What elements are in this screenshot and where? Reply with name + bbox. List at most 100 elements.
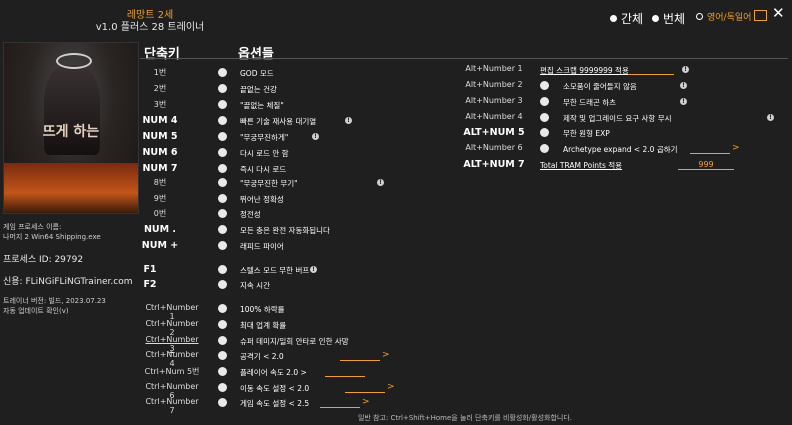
hotkey-label: Alt+Number 2 — [465, 80, 523, 89]
value-input[interactable] — [345, 383, 385, 393]
toggle-button[interactable] — [218, 132, 227, 141]
toggle-button[interactable] — [218, 225, 227, 234]
info-icon[interactable]: ! — [680, 82, 687, 89]
option-label: 플레이어 속도 2.0 > — [240, 368, 307, 377]
increase-arrow-icon[interactable]: > — [387, 382, 395, 392]
toggle-button[interactable] — [218, 304, 227, 313]
radio-icon — [652, 15, 659, 22]
toggle-button[interactable] — [218, 383, 227, 392]
credit-link[interactable]: 신용: FLiNGiFLiNGTrainer.com — [3, 274, 133, 287]
toggle-button[interactable] — [540, 144, 549, 153]
increase-arrow-icon[interactable]: > — [382, 350, 390, 360]
option-label: 소모품이 줄어들지 않음 — [563, 82, 637, 91]
toggle-button[interactable] — [218, 178, 227, 187]
toggle-button[interactable] — [218, 148, 227, 157]
hotkey-label: 8번 — [153, 178, 167, 187]
halo-icon — [56, 53, 92, 69]
option-label: 제작 및 업그레이드 요구 사항 무시 — [563, 114, 672, 123]
toggle-button[interactable] — [218, 194, 227, 203]
toggle-button[interactable] — [540, 113, 549, 122]
info-icon[interactable]: ! — [682, 66, 689, 73]
hotkey-label: NUM 7 — [142, 163, 178, 174]
hotkey-label: NUM 5 — [142, 131, 178, 142]
toggle-button[interactable] — [540, 128, 549, 137]
option-label: 즉시 다시 로드 — [240, 165, 287, 174]
toggle-button[interactable] — [540, 81, 549, 90]
option-label: 무한 드래곤 하츠 — [563, 98, 617, 107]
value-input[interactable] — [320, 398, 360, 408]
hotkey-label: ALT+NUM 5 — [463, 127, 525, 138]
hotkey-label: Alt+Number 6 — [465, 143, 523, 152]
option-label: 정전성 — [240, 210, 261, 219]
value-input[interactable]: 999 — [678, 160, 734, 170]
hotkey-label: 3번 — [153, 100, 167, 109]
info-icon[interactable]: ! — [310, 266, 317, 273]
hotkey-label: NUM 4 — [142, 115, 178, 126]
option-label: 슈퍼 데미지/일회 안타로 인한 사망 — [240, 337, 349, 346]
option-label: 끝없는 건강 — [240, 85, 277, 94]
hotkey-label: Alt+Number 1 — [465, 64, 523, 73]
toggle-button[interactable] — [218, 336, 227, 345]
hotkey-label: 0번 — [153, 209, 167, 218]
update-check[interactable]: 자동 업데이트 확인(v) — [3, 306, 69, 316]
game-cover-image: 뜨게 하는 — [3, 42, 139, 214]
hotkey-label: NUM 6 — [142, 147, 178, 158]
toggle-button[interactable] — [218, 280, 227, 289]
lang-simplified[interactable]: 간체 — [610, 10, 643, 27]
info-icon[interactable]: ! — [767, 114, 774, 121]
toggle-button[interactable] — [540, 97, 549, 106]
option-label: 다시 로드 안 함 — [240, 149, 289, 158]
hotkey-label: Alt+Number 4 — [465, 112, 523, 121]
hotkey-label: 2번 — [153, 84, 167, 93]
increase-arrow-icon[interactable]: > — [362, 397, 370, 407]
toggle-button[interactable] — [218, 209, 227, 218]
option-label: 100% 하락률 — [240, 305, 285, 314]
option-label: 공격기 < 2.0 — [240, 352, 284, 361]
toggle-button[interactable] — [218, 265, 227, 274]
option-label: GOD 모드 — [240, 69, 274, 78]
toggle-button[interactable] — [218, 241, 227, 250]
hotkey-label: 1번 — [153, 68, 167, 77]
process-name: 나머지 2 Win64 Shipping.exe — [3, 233, 101, 241]
info-icon[interactable]: ! — [680, 98, 687, 105]
value-input[interactable] — [690, 144, 730, 154]
toggle-button[interactable] — [218, 398, 227, 407]
hotkey-label: F2 — [143, 279, 157, 290]
option-label: "끝없는 체질" — [240, 101, 284, 110]
toggle-button[interactable] — [218, 84, 227, 93]
radio-icon — [696, 13, 703, 20]
increase-arrow-icon[interactable]: > — [732, 143, 740, 153]
lang-traditional[interactable]: 번체 — [652, 10, 685, 27]
hotkey-label: 9번 — [153, 194, 167, 203]
hotkey-label: F1 — [143, 264, 157, 275]
toggle-button[interactable] — [218, 116, 227, 125]
toggle-button[interactable] — [218, 68, 227, 77]
trainer-version: 트레이너 버전: 빌드, 2023.07.23 — [3, 297, 106, 305]
toggle-button[interactable] — [218, 100, 227, 109]
close-icon[interactable]: ✕ — [772, 4, 785, 22]
lang-english[interactable]: 영어/독일어 — [696, 10, 751, 23]
info-icon[interactable]: ! — [312, 133, 319, 140]
hotkey-label: ALT+NUM 7 — [463, 159, 525, 170]
option-label: 지속 시간 — [240, 281, 270, 290]
process-id: 프로세스 ID: 29792 — [3, 255, 84, 265]
info-icon[interactable]: ! — [377, 179, 384, 186]
option-label: 최대 업계 확률 — [240, 321, 287, 330]
option-label: 뛰어난 정확성 — [240, 195, 284, 204]
toggle-button[interactable] — [218, 320, 227, 329]
option-label: 무한 원형 EXP — [563, 129, 610, 138]
process-label: 게임 프로세스 이름: — [3, 223, 62, 231]
toggle-button[interactable] — [218, 164, 227, 173]
value-input[interactable] — [325, 367, 365, 377]
value-input[interactable] — [628, 65, 674, 75]
option-label: 이동 속도 설정 < 2.0 — [240, 384, 310, 393]
toggle-button[interactable] — [218, 367, 227, 376]
window-mode-icon[interactable] — [754, 10, 767, 21]
option-label: 게임 속도 설정 < 2.5 — [240, 399, 310, 408]
info-icon[interactable]: ! — [345, 117, 352, 124]
hotkey-label: Alt+Number 3 — [465, 96, 523, 105]
option-label: 빠른 기술 재사용 대기열 — [240, 117, 317, 126]
option-label: 래피드 파이어 — [240, 242, 284, 251]
value-input[interactable] — [340, 351, 380, 361]
toggle-button[interactable] — [218, 351, 227, 360]
